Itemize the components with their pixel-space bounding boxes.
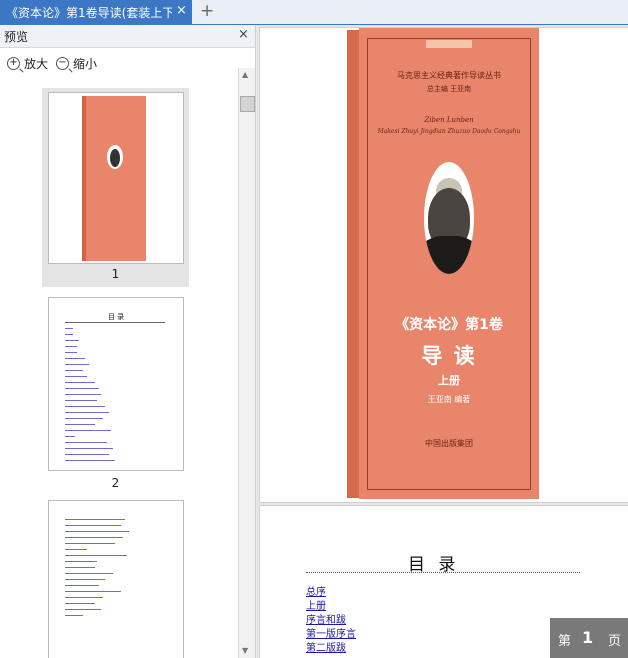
thumbnail-page-1[interactable]: 1 xyxy=(42,88,189,287)
cover-badge xyxy=(426,40,472,48)
scroll-up-icon[interactable]: ▲ xyxy=(242,70,248,79)
cover-latin-title: Ziben Lunben xyxy=(424,116,474,124)
page-1: 马克思主义经典著作导读丛书 总主编 王亚南 Ziben Lunben Makes… xyxy=(259,27,628,503)
preview-close-icon[interactable]: × xyxy=(238,27,249,42)
cover-editor: 总主编 王亚南 xyxy=(426,85,472,93)
tab-title: 《资本论》第1卷导读(套装上下 xyxy=(6,6,172,20)
cover-series: 马克思主义经典著作导读丛书 xyxy=(397,71,501,80)
scroll-down-icon[interactable]: ▼ xyxy=(242,646,248,655)
cover-subtitle: 导 读 xyxy=(421,344,477,368)
toc-link[interactable]: 第二版跋 xyxy=(306,639,346,654)
cover-publisher: 中国出版集团 xyxy=(425,439,473,448)
thumbnail-page-3[interactable] xyxy=(42,499,189,658)
toc-rule xyxy=(306,572,580,573)
page-label-prefix: 第 xyxy=(558,634,572,649)
zoom-out-icon: − xyxy=(56,57,69,70)
cover-book-title: 《资本论》第1卷 xyxy=(395,317,503,333)
thumbnail-list: 1 目 录 2 xyxy=(0,71,238,658)
zoom-in-icon: + xyxy=(7,57,20,70)
zoom-out-button[interactable]: − 缩小 xyxy=(56,55,97,72)
zoom-in-button[interactable]: + 放大 xyxy=(7,55,48,72)
book-cover: 马克思主义经典著作导读丛书 总主编 王亚南 Ziben Lunben Makes… xyxy=(359,28,539,499)
cover-latin-series: Makesi Zhuyi Jingdian Zhuzuo Daodu Congs… xyxy=(377,128,521,135)
scroll-thumb[interactable] xyxy=(240,96,255,112)
document-viewer[interactable]: 马克思主义经典著作导读丛书 总主编 王亚南 Ziben Lunben Makes… xyxy=(256,25,628,658)
toc-link[interactable]: 总序 xyxy=(306,583,326,598)
preview-title: 预览 xyxy=(4,30,29,44)
toc-link[interactable]: 上册 xyxy=(306,597,326,612)
toc-link[interactable]: 序言和跋 xyxy=(306,611,346,626)
thumbnail-number: 2 xyxy=(111,476,120,490)
cover-volume: 上册 xyxy=(438,374,460,387)
page-label-suffix: 页 xyxy=(608,634,622,649)
thumbnail-number: 1 xyxy=(111,267,120,281)
thumbnail-page-2[interactable]: 目 录 2 xyxy=(42,296,189,490)
toc-link[interactable]: 第一版序言 xyxy=(306,625,356,640)
thumbnail-cover-image xyxy=(48,92,184,264)
preview-header: 预览 × xyxy=(0,25,255,48)
new-tab-icon[interactable]: + xyxy=(200,2,214,20)
tab-bar: 《资本论》第1卷导读(套装上下 × + xyxy=(0,0,628,25)
cover-author: 王亚南 编著 xyxy=(427,395,471,404)
thumbnail-toc-image: 目 录 xyxy=(48,297,184,471)
preview-pane: 预览 × + 放大 − 缩小 1 目 录 2 xyxy=(0,25,256,658)
zoom-out-label: 缩小 xyxy=(73,57,98,71)
marx-portrait-image xyxy=(424,162,474,274)
thumbnail-scrollbar[interactable]: ▲ ▼ xyxy=(238,68,255,658)
zoom-in-label: 放大 xyxy=(24,57,49,71)
page-number: 1 xyxy=(582,628,594,647)
thumbnail-page-image xyxy=(48,500,184,658)
thumbnail-toc-title: 目 录 xyxy=(107,313,125,321)
page-indicator: 第 1 页 xyxy=(550,618,628,658)
document-tab[interactable]: 《资本论》第1卷导读(套装上下 × xyxy=(0,0,192,24)
tab-close-icon[interactable]: × xyxy=(176,3,187,18)
